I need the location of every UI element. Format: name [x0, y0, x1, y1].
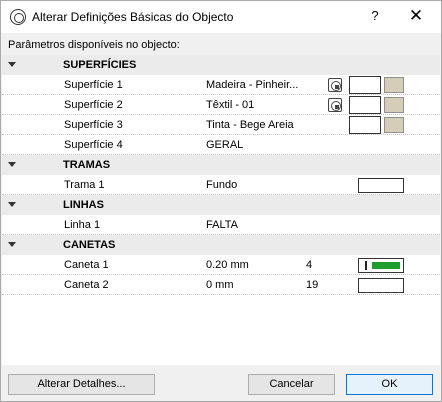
surface-color-swatch[interactable] [384, 117, 404, 133]
pen-number[interactable]: 19 [306, 279, 318, 291]
pen-swatch[interactable] [358, 278, 404, 293]
collapse-arrow-icon[interactable] [8, 162, 16, 167]
help-button[interactable]: ? [365, 6, 385, 26]
param-value[interactable]: FALTA [206, 219, 238, 231]
surface-row[interactable]: Superfície 2 Têxtil - 01 [2, 95, 440, 115]
group-pens: CANETAS [2, 235, 440, 255]
param-value[interactable]: 0.20 mm [206, 259, 249, 271]
hatch-swatch[interactable] [358, 178, 404, 193]
app-icon [10, 9, 26, 25]
pen-number[interactable]: 4 [306, 259, 312, 271]
surface-row[interactable]: Superfície 3 Tinta - Bege Areia [2, 115, 440, 135]
collapse-arrow-icon[interactable] [8, 62, 16, 67]
param-value[interactable]: Fundo [206, 179, 237, 191]
param-name: Trama 1 [64, 179, 105, 191]
dialog-window: Alterar Definições Básicas do Objecto ? … [0, 0, 442, 402]
group-label: SUPERFÍCIES [63, 59, 137, 71]
change-details-button[interactable]: Alterar Detalhes... [8, 374, 155, 395]
surface-row[interactable]: Superfície 4 GERAL [2, 135, 440, 155]
title-bar: Alterar Definições Básicas do Objecto ? … [1, 1, 441, 33]
param-name: Superfície 2 [64, 99, 123, 111]
surface-swatch-blank[interactable] [349, 96, 381, 114]
param-value[interactable]: 0 mm [206, 279, 234, 291]
param-value[interactable]: Tinta - Bege Areia [206, 119, 294, 131]
collapse-arrow-icon[interactable] [8, 242, 16, 247]
group-label: LINHAS [63, 199, 104, 211]
pen-row[interactable]: Caneta 1 0.20 mm 4 [2, 255, 440, 275]
group-surfaces: SUPERFÍCIES [2, 55, 440, 75]
hatch-row[interactable]: Trama 1 Fundo [2, 175, 440, 195]
param-name: Caneta 2 [64, 279, 109, 291]
surface-row[interactable]: Superfície 1 Madeira - Pinheir... [2, 75, 440, 95]
parameters-list: SUPERFÍCIES Superfície 1 Madeira - Pinhe… [2, 55, 440, 365]
pen-row[interactable]: Caneta 2 0 mm 19 [2, 275, 440, 295]
window-title: Alterar Definições Básicas do Objecto [32, 10, 234, 24]
params-label: Parâmetros disponíveis no objecto: [8, 39, 180, 51]
pen-color-bar [372, 262, 400, 269]
surface-swatch-blank[interactable] [349, 116, 381, 134]
param-value[interactable]: Madeira - Pinheir... [206, 79, 298, 91]
material-picker-icon[interactable] [328, 78, 342, 92]
group-label: CANETAS [63, 239, 116, 251]
param-name: Superfície 1 [64, 79, 123, 91]
surface-color-swatch[interactable] [384, 77, 404, 93]
param-name: Superfície 4 [64, 139, 123, 151]
param-name: Caneta 1 [64, 259, 109, 271]
group-hatches: TRAMAS [2, 155, 440, 175]
group-label: TRAMAS [63, 159, 111, 171]
group-lines: LINHAS [2, 195, 440, 215]
ok-button[interactable]: OK [346, 374, 433, 395]
param-name: Linha 1 [64, 219, 101, 231]
surface-color-swatch[interactable] [384, 97, 404, 113]
close-button[interactable]: ✕ [405, 5, 427, 27]
pen-weight-mark [365, 261, 367, 270]
cancel-button[interactable]: Cancelar [248, 374, 335, 395]
surface-swatch-blank[interactable] [349, 76, 381, 94]
param-value[interactable]: GERAL [206, 139, 243, 151]
line-row[interactable]: Linha 1 FALTA [2, 215, 440, 235]
pen-swatch[interactable] [358, 258, 404, 273]
param-name: Superfície 3 [64, 119, 123, 131]
collapse-arrow-icon[interactable] [8, 202, 16, 207]
material-picker-icon[interactable] [328, 98, 342, 112]
param-value[interactable]: Têxtil - 01 [206, 99, 254, 111]
